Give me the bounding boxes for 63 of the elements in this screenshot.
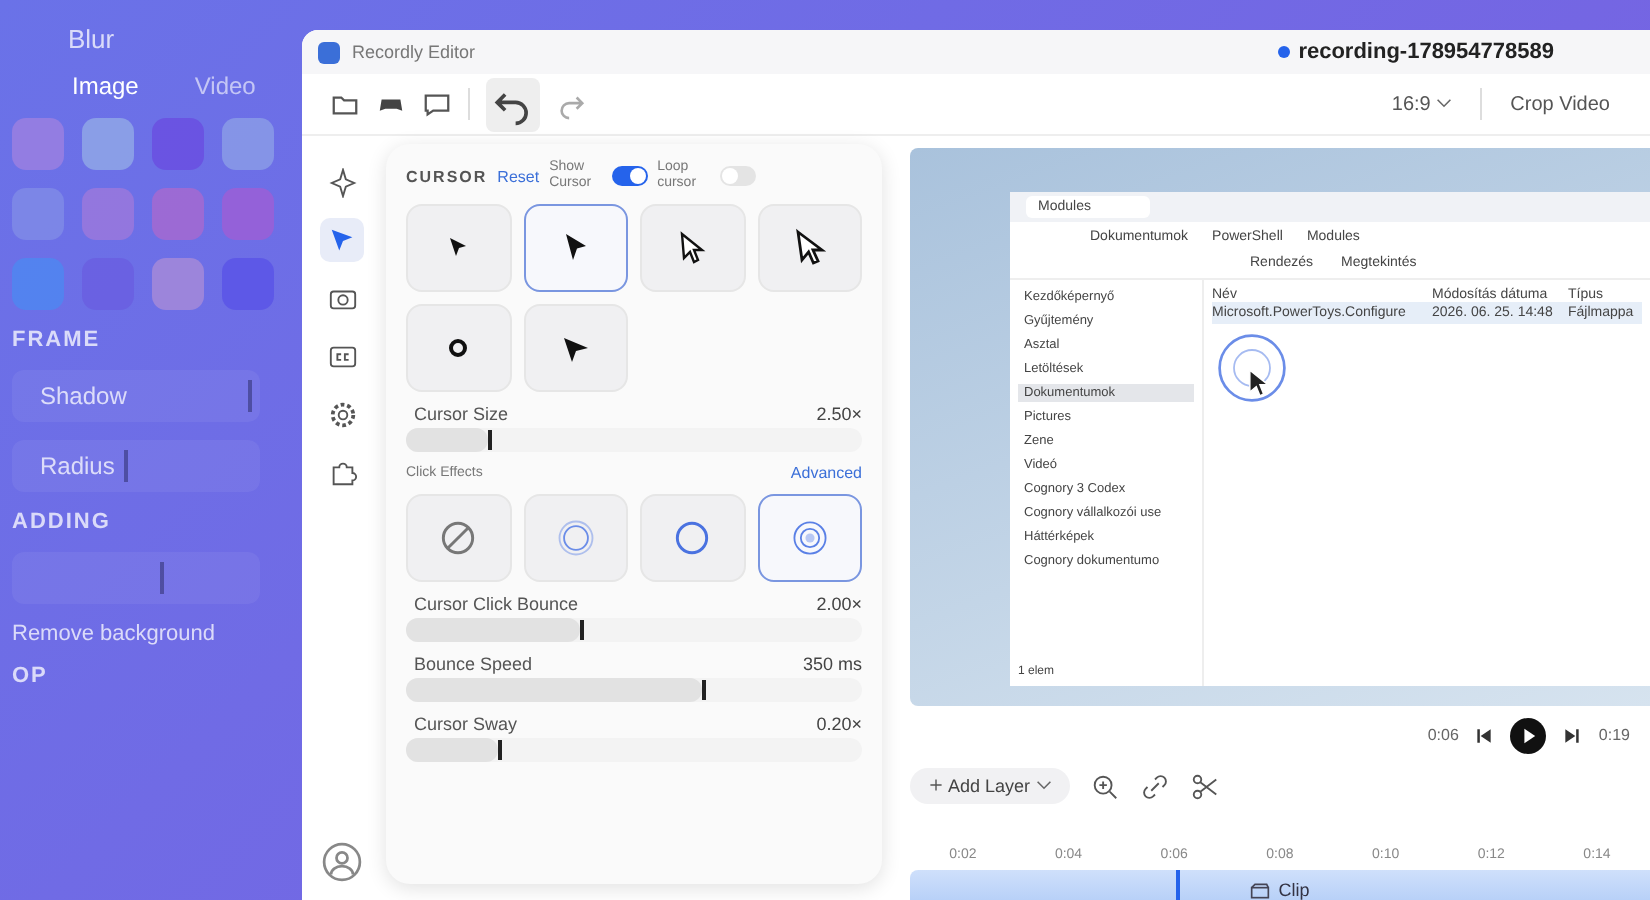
cursor-icon [1248,368,1270,398]
scissors-icon[interactable] [1189,771,1220,802]
chevron-down-icon [1436,95,1453,109]
chevron-down-icon [1035,778,1052,793]
background-swatch[interactable] [222,118,274,170]
click-effect-option[interactable] [757,494,862,583]
tab[interactable]: Image [72,72,139,100]
toggle-switch[interactable] [719,166,756,187]
profile-icon[interactable] [320,840,364,884]
crop-video-button[interactable]: Crop Video [1498,91,1622,117]
background-swatch[interactable] [152,258,204,310]
app-logo-icon [318,41,340,63]
previous-icon[interactable] [1474,725,1495,746]
background-swatch[interactable] [152,118,204,170]
ripple-icon [553,516,598,561]
background-swatch[interactable] [12,258,64,310]
slider-label: Cursor Sway [412,714,518,735]
slider-value: 2.50× [816,404,862,425]
slider-value: 0.20× [816,714,862,735]
slider-value: 2.00× [816,594,862,615]
section-heading: FRAME [12,328,101,352]
add-layer-button[interactable]: Add Layer [910,768,1070,805]
section-heading: ADDING [12,510,111,534]
slider-thumb[interactable] [579,620,584,641]
window-title: Recordly Editor [352,42,476,62]
background-swatch[interactable] [152,188,204,240]
slider-label: Bounce Speed [412,654,533,675]
background-swatch[interactable] [222,188,274,240]
link-icon[interactable] [1139,771,1170,802]
slider[interactable] [12,552,260,604]
play-button[interactable] [1510,717,1547,754]
current-time: 0:06 [1427,726,1459,745]
panel-title: CURSOR [406,167,488,186]
slider-track[interactable] [406,678,862,703]
clapperboard-icon [1250,882,1271,900]
reset-link[interactable]: Reset [497,167,540,186]
plus-icon [928,778,944,793]
slider-thumb[interactable] [497,740,502,761]
section-heading: OP [12,664,48,688]
panel-title: Blur [68,24,115,54]
file-name: recording-178954778589 [1278,40,1554,64]
advanced-link[interactable]: Advanced [790,464,862,483]
slider-label: Cursor Size [412,404,509,425]
zoom-in-icon[interactable] [1089,771,1120,802]
slider-track[interactable] [406,618,862,643]
cursor-icon[interactable] [320,218,364,262]
chat-icon[interactable] [422,89,452,119]
next-icon[interactable] [1562,725,1583,746]
background-swatch[interactable] [82,188,134,240]
aspect-ratio-dropdown[interactable]: 16:9 [1379,91,1465,117]
slider-thumb[interactable] [702,680,707,701]
slider-track[interactable] [406,428,862,453]
undo-icon[interactable] [486,77,540,131]
background-swatch[interactable] [82,118,134,170]
slider-value: 350 ms [802,654,862,675]
background-swatch[interactable] [12,118,64,170]
clip-label: Clip [1278,880,1310,900]
toggle-switch[interactable] [611,166,648,187]
slider-track[interactable] [406,738,862,763]
slider-thumb[interactable] [488,430,493,451]
clip-track[interactable]: Clip [910,870,1650,900]
total-time: 0:19 [1598,726,1630,745]
slider-label: Cursor Click Bounce [412,594,579,615]
